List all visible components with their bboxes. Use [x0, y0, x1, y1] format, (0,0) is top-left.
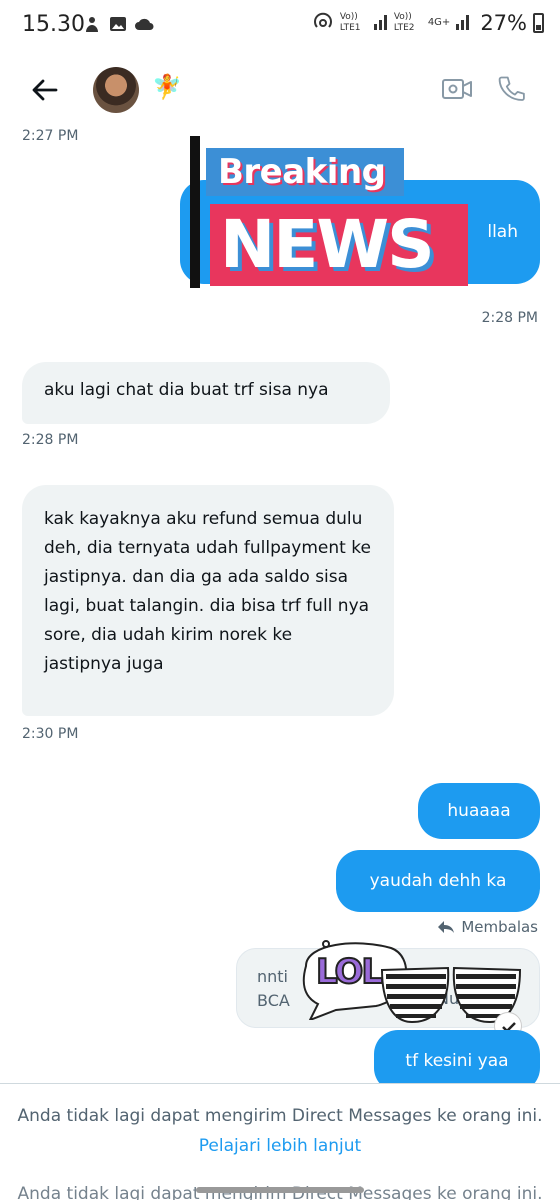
cloud-icon [134, 14, 154, 34]
learn-more-link[interactable]: Pelajari lebih lanjut [0, 1136, 560, 1156]
home-indicator[interactable] [196, 1187, 364, 1193]
video-camera-icon [442, 79, 472, 99]
quoted-line: BCA [257, 991, 290, 1010]
message-text: tf kesini yaa [405, 1051, 509, 1071]
message-bubble-outgoing[interactable]: huaaaa [418, 783, 540, 839]
app-notification-icon [82, 14, 102, 34]
dm-disabled-footer: Anda tidak lagi dapat mengirim Direct Me… [0, 1083, 560, 1200]
reply-label: Membalas [461, 918, 538, 936]
message-bubble-incoming[interactable]: kak kayaknya aku refund semua dulu deh, … [22, 485, 394, 716]
battery-percent: 27% [480, 10, 527, 35]
phone-icon [498, 76, 525, 101]
avatar[interactable] [93, 67, 139, 113]
sim2-label: Vo)) LTE2 [393, 11, 415, 33]
sticker-bar [190, 136, 200, 288]
battery-icon [533, 12, 544, 33]
sticker-text-news: NEWS [220, 206, 435, 283]
message-text: llah [487, 222, 518, 242]
quoted-text: nnti BCA [257, 965, 290, 1013]
breaking-news-sticker[interactable]: Breaking NEWS [190, 136, 490, 296]
status-right: Vo)) LTE1 Vo)) LTE2 4G+ 27% [312, 10, 544, 35]
sim1-label: Vo)) LTE1 [339, 11, 361, 33]
reply-arrow-icon [438, 921, 455, 933]
video-call-button[interactable] [440, 73, 474, 105]
gallery-icon [108, 14, 128, 34]
signal-icon-2 [456, 12, 470, 33]
timestamp: 2:28 PM [22, 432, 79, 448]
contact-name-emoji[interactable]: 🧚 [152, 73, 182, 101]
dm-disabled-message: Anda tidak lagi dapat mengirim Direct Me… [17, 1106, 543, 1126]
network-type: 4G+ [427, 17, 451, 28]
back-button[interactable] [28, 73, 62, 107]
sticker-text-breaking: Breaking [218, 152, 386, 192]
notification-icons [82, 14, 154, 34]
sticker-banner-top: Breaking [206, 148, 404, 196]
status-bar: 15.30 Vo)) LTE1 Vo)) LTE2 4G+ 27% [0, 0, 560, 52]
message-bubble-outgoing[interactable]: yaudah dehh ka [336, 850, 540, 912]
sticker-banner-bottom: NEWS [210, 204, 468, 286]
message-text: yaudah dehh ka [369, 871, 507, 891]
lol-text: LOL [315, 951, 384, 993]
message-text: aku lagi chat dia buat trf sisa nya [44, 380, 329, 400]
quoted-line: nnti [257, 967, 288, 986]
status-time: 15.30 [22, 12, 85, 37]
signal-icon-1 [373, 12, 388, 33]
arrow-left-icon [32, 79, 58, 101]
message-bubble-incoming[interactable]: aku lagi chat dia buat trf sisa nya [22, 362, 390, 424]
message-text: kak kayaknya aku refund semua dulu deh, … [44, 509, 371, 674]
voice-call-button[interactable] [496, 73, 526, 105]
timestamp: 2:27 PM [22, 128, 79, 144]
timestamp: 2:30 PM [22, 726, 79, 742]
hotspot-icon [312, 10, 334, 35]
conversation-header: 🧚 [0, 55, 560, 125]
timestamp: 2:28 PM [481, 310, 538, 326]
message-text: huaaaa [447, 801, 511, 821]
reply-indicator: Membalas [437, 918, 538, 936]
